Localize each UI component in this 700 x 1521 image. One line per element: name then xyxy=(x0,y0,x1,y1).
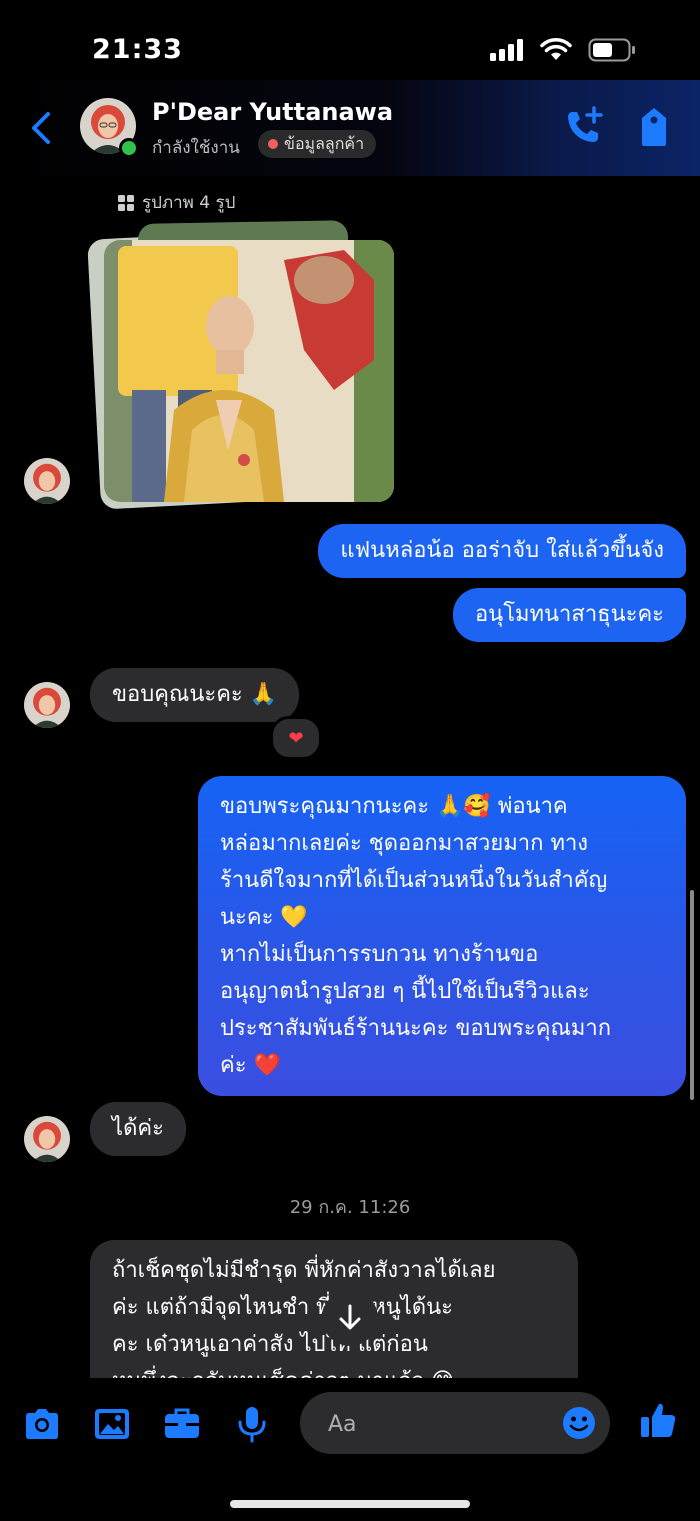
camera-icon[interactable] xyxy=(22,1404,62,1444)
customer-info-tag[interactable]: ข้อมูลลูกค้า xyxy=(258,130,377,158)
message-line: ค่ะ ❤️ xyxy=(220,1053,281,1078)
back-icon[interactable] xyxy=(24,108,58,148)
cellular-signal-icon xyxy=(490,39,523,61)
message-input[interactable] xyxy=(300,1392,610,1456)
message-line: ร้านดีใจมากที่ได้เป็นส่วนหนึ่งในวันสำคัญ xyxy=(220,868,608,893)
photo-front xyxy=(104,240,394,502)
message-line: ประชาสัมพันธ์ร้านนะคะ ขอบพระคุณมาก xyxy=(220,1016,612,1041)
gallery-icon[interactable] xyxy=(92,1404,132,1444)
online-indicator xyxy=(119,138,139,158)
tag-label: ข้อมูลลูกค้า xyxy=(284,133,365,153)
emoji-icon[interactable] xyxy=(562,1406,596,1440)
clock: 21:33 xyxy=(92,34,183,65)
message-line: นะคะ 💛 xyxy=(220,905,308,930)
outgoing-message-long[interactable]: ขอบพระคุณมากนะคะ 🙏🥰 พ่อนาค หล่อมากเลยค่ะ… xyxy=(198,776,686,1096)
microphone-icon[interactable] xyxy=(232,1404,272,1444)
tag-dot-icon xyxy=(268,139,278,149)
contact-name[interactable]: P'Dear Yuttanawa xyxy=(152,98,393,126)
message-text-field[interactable] xyxy=(326,1392,540,1456)
sender-avatar[interactable] xyxy=(24,1116,70,1162)
incoming-message[interactable]: ขอบคุณนะคะ 🙏 xyxy=(90,668,300,722)
wifi-icon xyxy=(540,38,572,60)
message-line: หล่อมากเลยค่ะ ชุดออกมาสวยมาก ทาง xyxy=(220,831,589,856)
briefcase-icon[interactable] xyxy=(162,1404,202,1444)
outgoing-message[interactable]: อนุโมทนาสาธุนะคะ xyxy=(452,588,686,642)
photo-count-label: รูปภาพ 4 รูป xyxy=(142,193,236,213)
status-icons xyxy=(490,38,636,62)
message-line: ขอบพระคุณมากนะคะ 🙏🥰 พ่อนาค xyxy=(220,794,568,819)
thumbs-up-icon[interactable] xyxy=(638,1400,678,1440)
add-call-icon[interactable] xyxy=(564,104,606,148)
message-line: ถ้าเช็คชุดไม่มีชำรุด พี่หักค่าสังวาลได้เ… xyxy=(112,1258,496,1283)
scroll-to-bottom-button[interactable] xyxy=(322,1290,378,1346)
photo-count-caption: รูปภาพ 4 รูป xyxy=(118,189,235,216)
message-line: หากไม่เป็นการรบกวน ทางร้านขอ xyxy=(220,942,539,967)
incoming-message[interactable]: ได้ค่ะ xyxy=(90,1102,186,1156)
sender-avatar[interactable] xyxy=(24,458,70,504)
grid-icon xyxy=(118,194,134,211)
battery-icon xyxy=(588,38,635,62)
status-bar: 21:33 xyxy=(0,0,700,90)
home-indicator[interactable] xyxy=(230,1500,470,1508)
photo-album[interactable] xyxy=(87,220,398,510)
scroll-indicator[interactable] xyxy=(690,890,694,1100)
heart-reaction[interactable]: ❤ xyxy=(270,716,322,760)
sender-avatar[interactable] xyxy=(24,682,70,728)
label-tag-icon[interactable] xyxy=(636,106,672,148)
active-status: กำลังใช้งาน xyxy=(152,138,240,158)
arrow-down-icon xyxy=(339,1304,361,1330)
date-separator: 29 ก.ค. 11:26 xyxy=(289,1197,411,1218)
outgoing-message[interactable]: แฟนหล่อน้อ ออร่าจับ ใส่แล้วขึ้นจัง xyxy=(318,524,686,578)
chat-header: P'Dear Yuttanawa กำลังใช้งาน ข้อมูลลูกค้… xyxy=(0,80,700,176)
message-line: อนุญาตนำรูปสวย ๆ นี้ไปใช้เป็นรีวิวและ xyxy=(220,979,590,1004)
